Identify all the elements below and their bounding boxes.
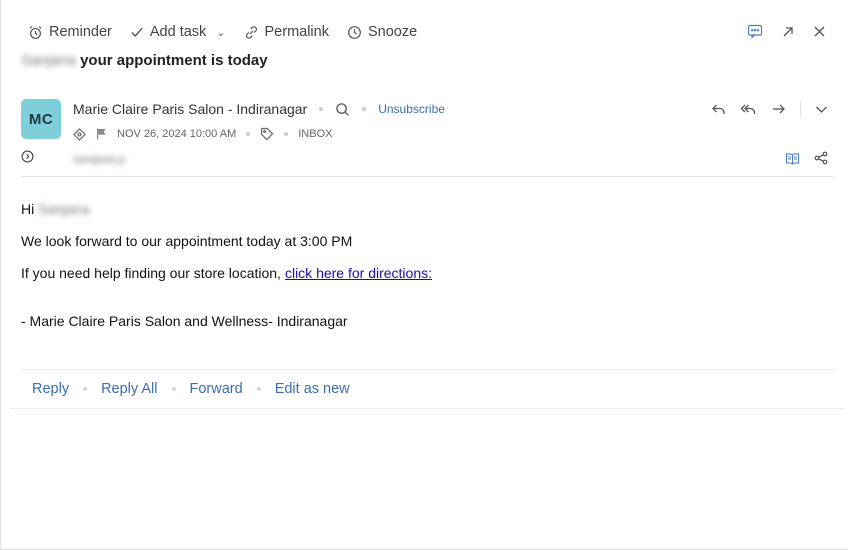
- window-controls: [729, 24, 826, 39]
- permalink-label: Permalink: [264, 24, 329, 40]
- separator-dot: [362, 107, 367, 111]
- separator-dot: [246, 132, 251, 136]
- reply-all-button[interactable]: Reply All: [101, 381, 157, 397]
- body-text: We look forward to our appointment today…: [21, 233, 353, 249]
- reply-bar: Reply Reply All Forward Edit as new: [32, 381, 350, 397]
- add-task-label: Add task: [149, 24, 207, 40]
- separator-dot: [319, 107, 324, 111]
- body-line: We look forward to our appointment today…: [21, 233, 432, 249]
- tag-icon[interactable]: [260, 127, 274, 141]
- mail-meta: NOV 26, 2024 10:00 AM INBOX: [73, 127, 332, 141]
- body-line: If you need help finding our store locat…: [21, 265, 432, 281]
- clock-icon: [348, 25, 361, 39]
- separator-dot: [256, 387, 261, 391]
- edit-as-new-button[interactable]: Edit as new: [275, 381, 350, 397]
- reminder-button[interactable]: Reminder: [28, 24, 112, 40]
- body-text: If you need help finding our store locat…: [21, 265, 281, 281]
- add-task-button[interactable]: Add task: [130, 24, 206, 40]
- greeting-line: Hi Sanjana: [21, 201, 432, 217]
- view-actions: [771, 151, 828, 165]
- add-task-dropdown-chevron-down-icon[interactable]: ⌄: [216, 26, 225, 39]
- greeting-name: Sanjana: [38, 201, 90, 217]
- subject-text: your appointment is today: [80, 52, 268, 69]
- forward-button[interactable]: Forward: [190, 381, 243, 397]
- mail-subject: Sanjana your appointment is today: [21, 52, 268, 69]
- forward-icon[interactable]: [771, 102, 786, 116]
- reply-icon[interactable]: [711, 102, 726, 116]
- signature-line: - Marie Claire Paris Salon and Wellness-…: [21, 313, 432, 329]
- open-in-new-window-icon[interactable]: [781, 25, 795, 39]
- share-icon[interactable]: [814, 151, 828, 165]
- reminder-label: Reminder: [49, 24, 112, 40]
- greeting: Hi: [21, 201, 35, 217]
- link-icon: [245, 25, 257, 39]
- footer-divider: [10, 408, 844, 409]
- mail-body: Hi Sanjana We look forward to our appoin…: [21, 201, 432, 345]
- unsubscribe-link[interactable]: Unsubscribe: [378, 102, 445, 116]
- mail-toolbar: Reminder Add task ⌄ Permalink Snooze: [28, 22, 435, 42]
- separator-dot: [284, 132, 289, 136]
- sender-line: Marie Claire Paris Salon - Indiranagar U…: [73, 101, 445, 117]
- avatar: MC: [21, 99, 61, 139]
- close-icon[interactable]: [813, 25, 826, 38]
- permalink-button[interactable]: Permalink: [244, 24, 329, 40]
- divider: [800, 101, 801, 117]
- mail-folder[interactable]: INBOX: [298, 128, 332, 140]
- message-actions: [697, 101, 828, 117]
- directions-link[interactable]: click here for directions:: [285, 265, 432, 281]
- header-divider: [21, 176, 834, 177]
- reply-all-icon[interactable]: [740, 102, 757, 116]
- sender-name[interactable]: Marie Claire Paris Salon - Indiranagar: [73, 101, 307, 117]
- separator-dot: [83, 387, 88, 391]
- chat-icon[interactable]: [747, 24, 763, 39]
- reply-button[interactable]: Reply: [32, 381, 69, 397]
- flag-icon[interactable]: [96, 128, 107, 140]
- recipient-address[interactable]: sanjana.p: [73, 152, 125, 166]
- search-icon[interactable]: [335, 102, 350, 117]
- snooze-label: Snooze: [367, 24, 418, 40]
- check-icon: [131, 27, 143, 37]
- priority-icon[interactable]: [73, 127, 86, 141]
- expand-recipients-chevron-right-icon[interactable]: [21, 150, 34, 163]
- reading-mode-book-icon[interactable]: [785, 152, 800, 165]
- mail-date: NOV 26, 2024 10:00 AM: [117, 128, 237, 140]
- body-divider: [21, 369, 834, 370]
- more-chevron-down-icon[interactable]: [815, 103, 828, 116]
- separator-dot: [171, 387, 176, 391]
- subject-recipient-name: Sanjana: [21, 52, 77, 69]
- alarm-clock-icon: [29, 25, 42, 39]
- snooze-button[interactable]: Snooze: [347, 24, 417, 40]
- signature: - Marie Claire Paris Salon and Wellness-…: [21, 313, 348, 329]
